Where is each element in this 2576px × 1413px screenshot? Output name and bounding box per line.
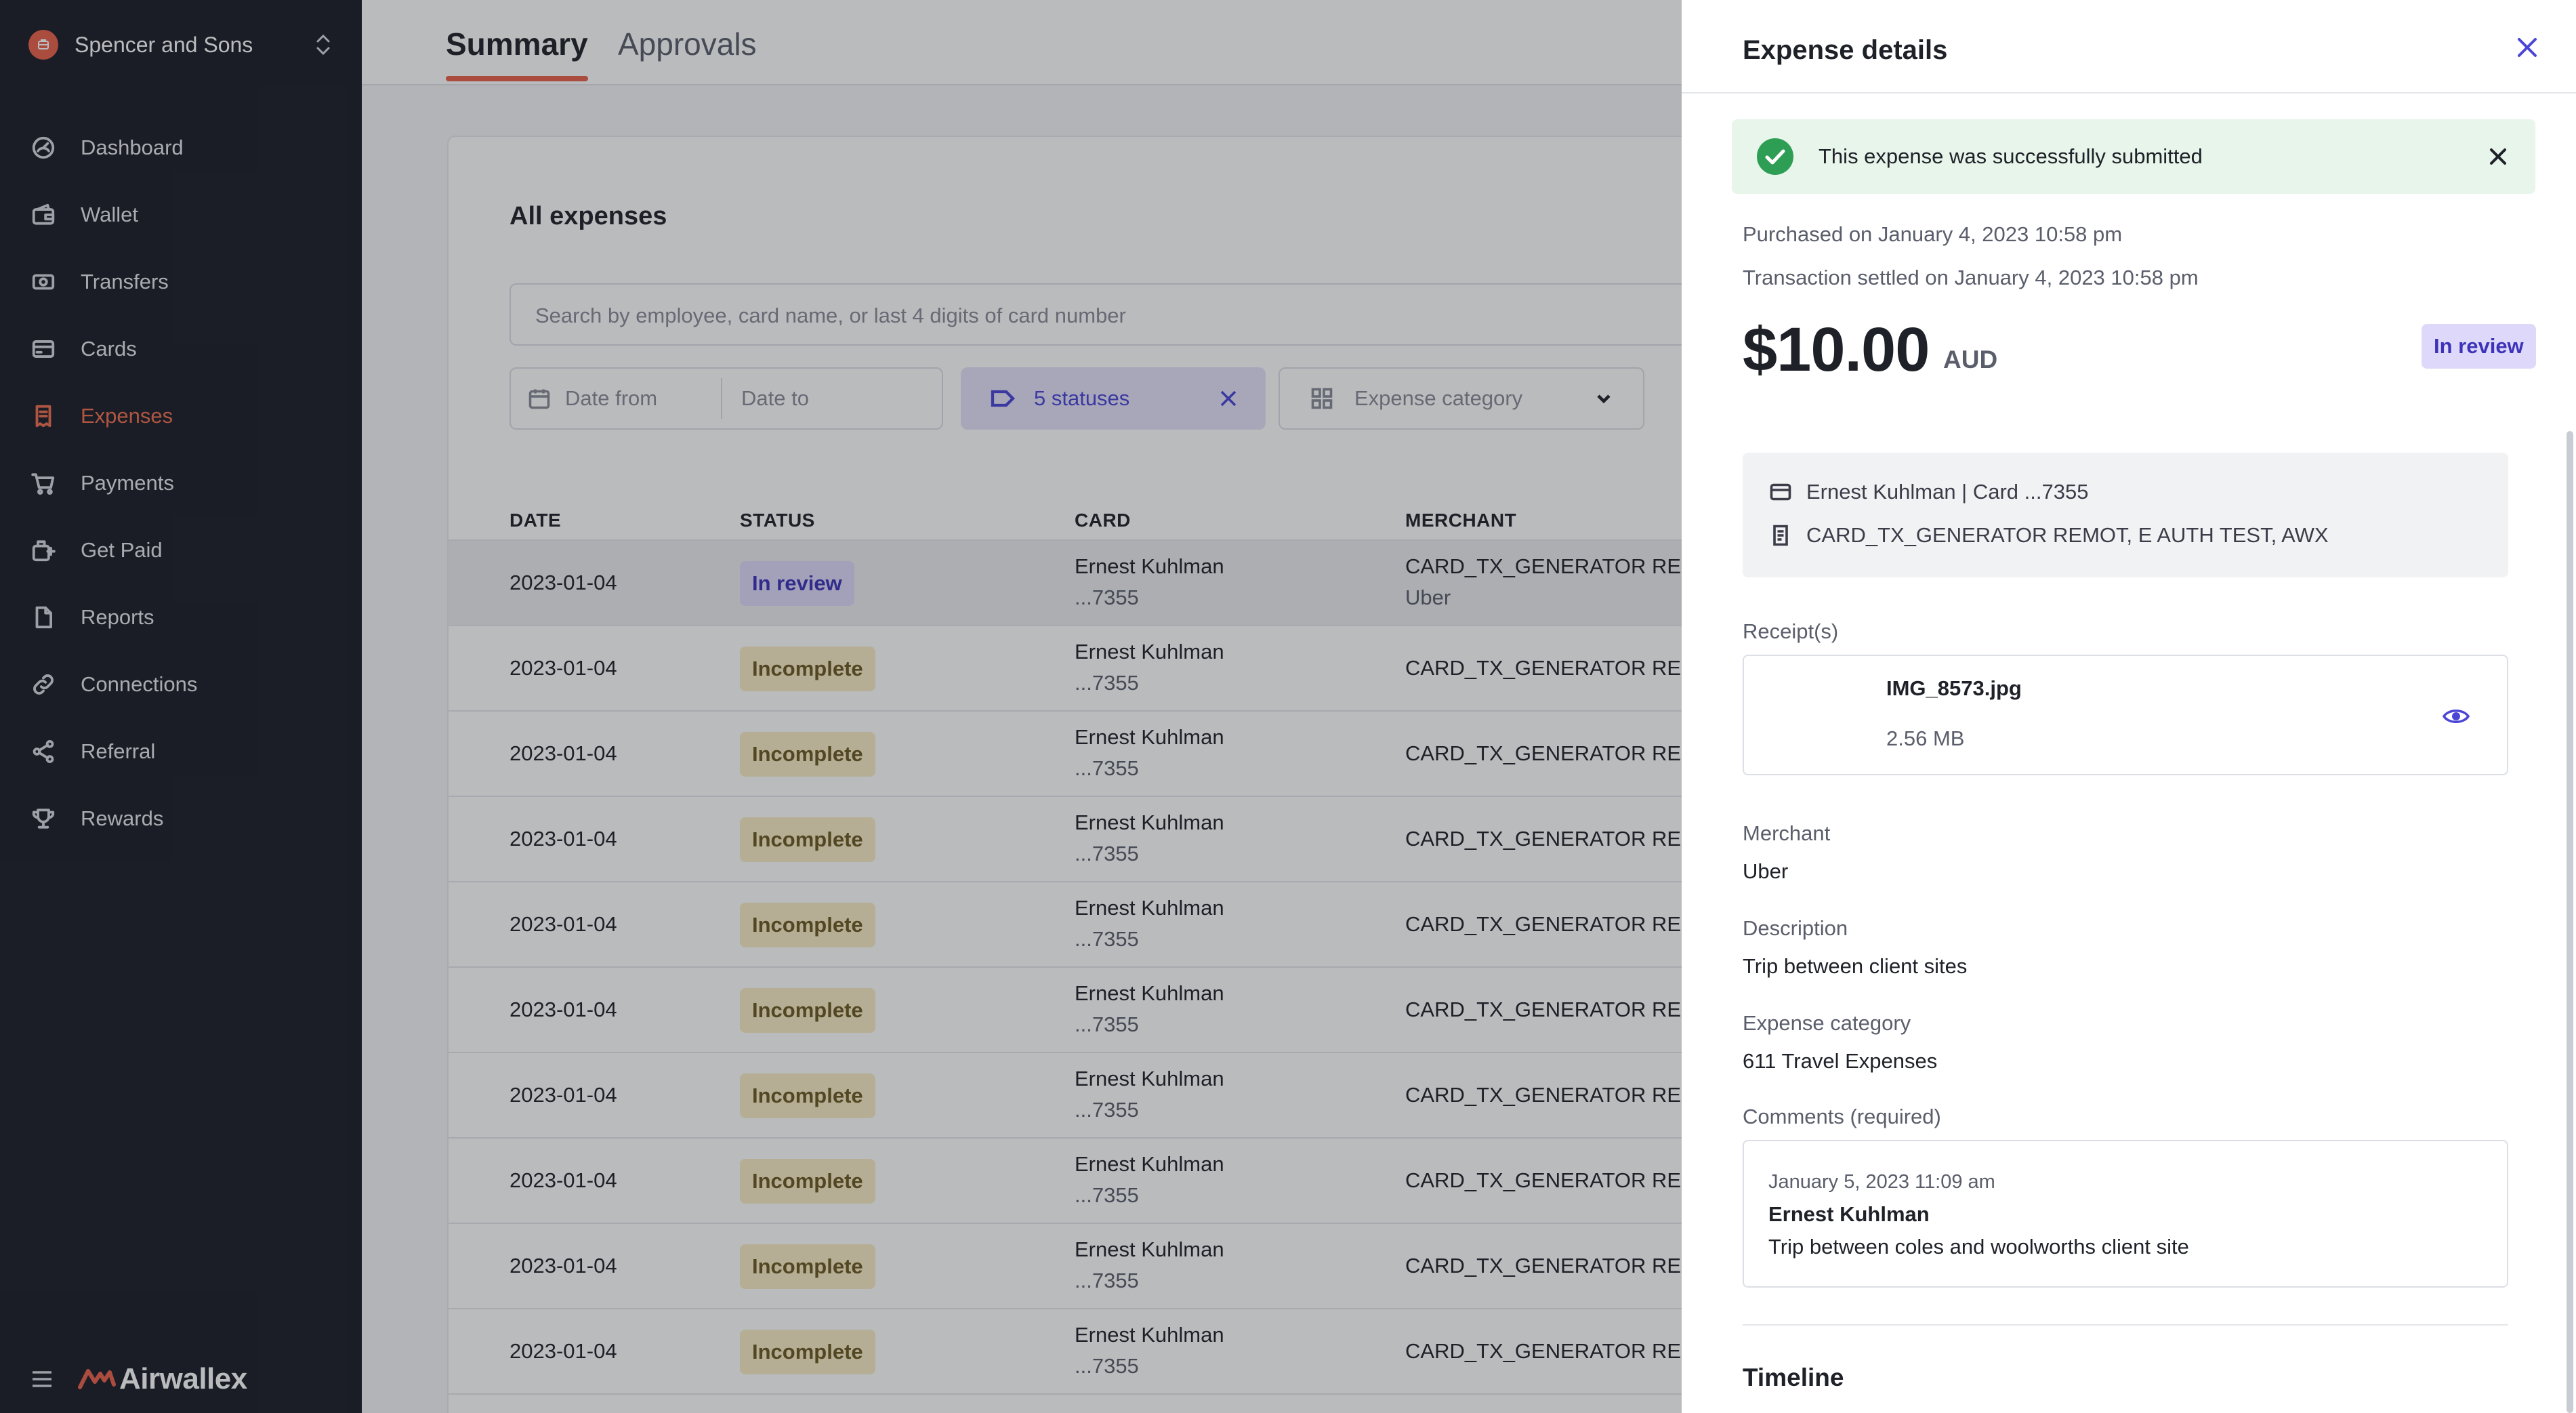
description-value: Trip between client sites bbox=[1743, 954, 1968, 978]
alert-message: This expense was successfully submitted bbox=[1819, 144, 2203, 168]
drawer-scrollbar[interactable] bbox=[2567, 431, 2573, 1413]
expense-details-drawer: Expense details This expense was success… bbox=[1682, 0, 2576, 1413]
drawer-title: Expense details bbox=[1743, 35, 1948, 65]
comments-label: Comments (required) bbox=[1743, 1105, 1941, 1128]
receipts-label: Receipt(s) bbox=[1743, 619, 1839, 643]
drawer-header: Expense details bbox=[1682, 0, 2576, 94]
status-badge: In review bbox=[2422, 324, 2536, 369]
card-info-row: Ernest Kuhlman | Card ...7355 bbox=[1768, 480, 2088, 504]
settled-date: Transaction settled on January 4, 2023 1… bbox=[1743, 266, 2199, 289]
success-alert: This expense was successfully submitted bbox=[1732, 119, 2535, 194]
timeline-heading: Timeline bbox=[1743, 1364, 1844, 1391]
receipt-card[interactable]: IMG_8573.jpg 2.56 MB bbox=[1743, 655, 2508, 775]
receipt-file-name: IMG_8573.jpg bbox=[1886, 676, 2022, 700]
merchant-info-row: CARD_TX_GENERATOR REMOT, E AUTH TEST, AW… bbox=[1768, 523, 2329, 548]
expense-category-label: Expense category bbox=[1743, 1011, 1911, 1035]
eye-icon[interactable] bbox=[2442, 702, 2470, 731]
merchant-label: Merchant bbox=[1743, 821, 1831, 845]
comment-text: Trip between coles and woolworths client… bbox=[1768, 1235, 2189, 1258]
receipt-file-size: 2.56 MB bbox=[1886, 726, 1965, 750]
dismiss-alert-icon[interactable] bbox=[2488, 146, 2508, 167]
card-icon bbox=[1770, 483, 1791, 501]
expense-amount: $10.00 bbox=[1743, 315, 1930, 384]
merchant-line: CARD_TX_GENERATOR REMOT, E AUTH TEST, AW… bbox=[1806, 523, 2329, 547]
section-divider bbox=[1743, 1324, 2508, 1326]
close-drawer-icon[interactable] bbox=[2515, 35, 2539, 60]
transaction-info-box: Ernest Kuhlman | Card ...7355 CARD_TX_GE… bbox=[1743, 453, 2508, 577]
comment-date: January 5, 2023 11:09 am bbox=[1768, 1171, 1995, 1193]
purchased-date: Purchased on January 4, 2023 10:58 pm bbox=[1743, 222, 2123, 246]
comment-card: January 5, 2023 11:09 am Ernest Kuhlman … bbox=[1743, 1140, 2508, 1288]
receipt-icon bbox=[1773, 525, 1788, 546]
modal-backdrop[interactable] bbox=[0, 0, 1682, 1413]
card-line: Ernest Kuhlman | Card ...7355 bbox=[1806, 480, 2089, 504]
check-circle-icon bbox=[1757, 138, 1793, 175]
description-label: Description bbox=[1743, 916, 1848, 940]
expense-currency: AUD bbox=[1943, 346, 1998, 373]
expense-category-value: 611 Travel Expenses bbox=[1743, 1049, 1938, 1073]
merchant-value: Uber bbox=[1743, 859, 1789, 883]
comment-author: Ernest Kuhlman bbox=[1768, 1202, 1930, 1226]
